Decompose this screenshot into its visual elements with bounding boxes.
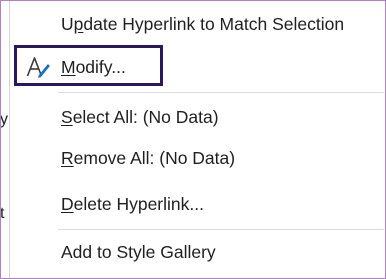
menu-item-label: Update Hyperlink to Match Selection	[61, 14, 345, 34]
menu-item-delete-hyperlink[interactable]: Delete Hyperlink...	[10, 184, 384, 224]
menu-item-select-all[interactable]: Select All: (No Data)	[10, 97, 384, 137]
menu-item-label: Remove All: (No Data)	[61, 148, 236, 168]
menu-item-label: Select All: (No Data)	[61, 107, 219, 127]
menu-item-add-to-style-gallery[interactable]: Add to Style Gallery	[10, 232, 384, 272]
context-menu: Update Hyperlink to Match Selection Modi…	[10, 0, 384, 279]
menu-separator	[58, 92, 384, 93]
menu-item-label: Add to Style Gallery	[61, 242, 216, 262]
document-edge: y t	[0, 0, 10, 279]
menu-separator	[58, 229, 384, 230]
style-pen-icon	[26, 55, 50, 79]
menu-item-remove-all[interactable]: Remove All: (No Data)	[10, 138, 384, 178]
document-text-fragment: y	[0, 111, 8, 128]
menu-item-update-hyperlink[interactable]: Update Hyperlink to Match Selection	[10, 4, 384, 44]
document-text-fragment: t	[0, 205, 5, 222]
menu-item-label: Delete Hyperlink...	[61, 194, 204, 214]
